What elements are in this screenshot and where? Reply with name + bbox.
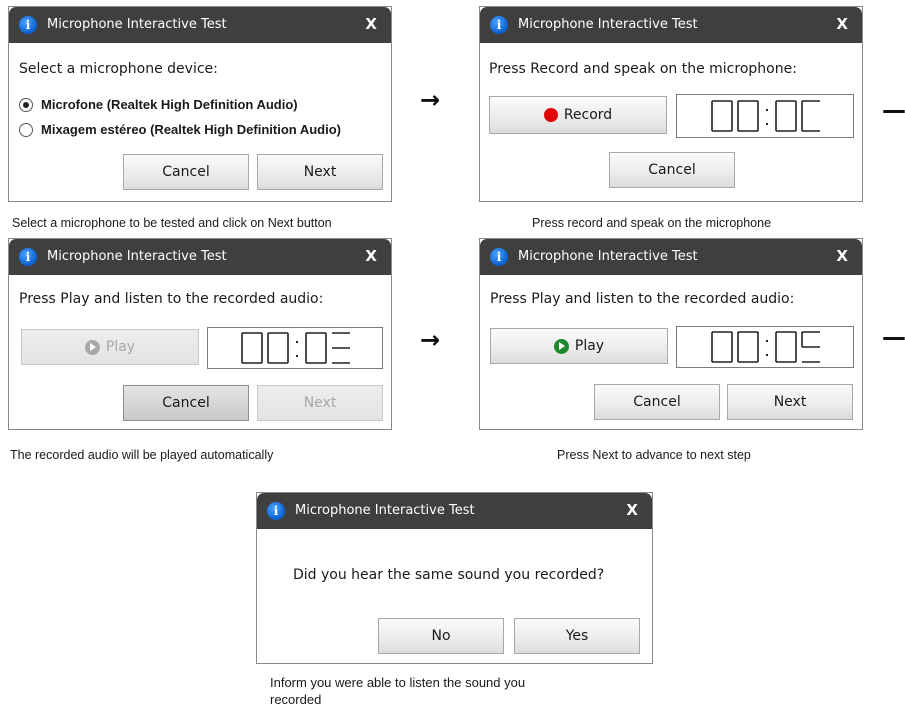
dialog-confirm: i Microphone Interactive Test X Did you … bbox=[256, 492, 653, 664]
next-button[interactable]: Next bbox=[727, 384, 853, 420]
device-option-label: Microfone (Realtek High Definition Audio… bbox=[41, 97, 298, 112]
info-icon: i bbox=[490, 16, 508, 34]
timer-digit bbox=[711, 331, 733, 363]
play-button[interactable]: Play bbox=[490, 328, 668, 364]
dialog-titlebar: i Microphone Interactive Test X bbox=[9, 239, 391, 275]
dialog-play: i Microphone Interactive Test X Press Pl… bbox=[479, 238, 863, 430]
dialog-prompt: Select a microphone device: bbox=[19, 61, 218, 77]
timer-digit bbox=[737, 100, 759, 132]
timer-digit bbox=[775, 331, 797, 363]
timer-digits bbox=[711, 100, 820, 132]
cancel-button[interactable]: Cancel bbox=[609, 152, 735, 188]
timer-display bbox=[676, 94, 854, 138]
step-caption-line: recorded bbox=[270, 692, 322, 707]
cancel-button[interactable]: Cancel bbox=[123, 385, 249, 421]
device-option-label: Mixagem estéreo (Realtek High Definition… bbox=[41, 122, 342, 137]
radio-button[interactable] bbox=[19, 122, 33, 137]
play-icon bbox=[553, 338, 569, 354]
close-icon[interactable]: X bbox=[836, 15, 848, 33]
timer-colon bbox=[766, 354, 768, 356]
dialog-titlebar: i Microphone Interactive Test X bbox=[480, 7, 862, 43]
no-button[interactable]: No bbox=[378, 618, 504, 654]
timer-display bbox=[207, 327, 383, 369]
cancel-button[interactable]: Cancel bbox=[594, 384, 720, 420]
device-option-microfone[interactable]: Microfone (Realtek High Definition Audio… bbox=[19, 97, 298, 112]
dialog-title: Microphone Interactive Test bbox=[295, 503, 475, 518]
dialog-prompt: Press Play and listen to the recorded au… bbox=[490, 291, 795, 307]
timer-digit bbox=[332, 332, 350, 364]
record-button[interactable]: Record bbox=[489, 96, 667, 134]
next-button[interactable]: Next bbox=[257, 154, 383, 190]
close-icon[interactable]: X bbox=[626, 501, 638, 519]
timer-digit bbox=[711, 100, 733, 132]
dialog-titlebar: i Microphone Interactive Test X bbox=[480, 239, 862, 275]
play-icon bbox=[84, 339, 100, 355]
next-button[interactable]: Next bbox=[257, 385, 383, 421]
close-icon[interactable]: X bbox=[365, 15, 377, 33]
timer-colon bbox=[766, 109, 768, 111]
play-button-label: Play bbox=[574, 338, 605, 354]
info-icon: i bbox=[490, 248, 508, 266]
flow-arrow-edge: — bbox=[882, 96, 905, 124]
timer-digit bbox=[801, 100, 820, 132]
close-icon[interactable]: X bbox=[365, 247, 377, 265]
dialog-play-disabled: i Microphone Interactive Test X Press Pl… bbox=[8, 238, 392, 430]
cancel-button[interactable]: Cancel bbox=[123, 154, 249, 190]
flow-arrow: → bbox=[420, 326, 441, 354]
step-caption: Press Next to advance to next step bbox=[557, 448, 751, 462]
timer-digits bbox=[241, 332, 350, 364]
step-caption: Press record and speak on the microphone bbox=[532, 216, 772, 230]
record-icon bbox=[543, 108, 558, 122]
dialog-title: Microphone Interactive Test bbox=[47, 249, 227, 264]
timer-digit bbox=[801, 331, 820, 363]
timer-colon bbox=[766, 340, 768, 342]
play-button[interactable]: Play bbox=[21, 329, 199, 365]
info-icon: i bbox=[19, 248, 37, 266]
dialog-select-device: i Microphone Interactive Test X Select a… bbox=[8, 6, 392, 202]
timer-display bbox=[676, 326, 854, 368]
flow-arrow: → bbox=[420, 86, 441, 114]
dialog-prompt: Press Record and speak on the microphone… bbox=[489, 61, 797, 77]
record-button-label: Record bbox=[563, 107, 613, 123]
timer-digits bbox=[711, 331, 820, 363]
radio-button-checked[interactable] bbox=[19, 97, 33, 112]
timer-digit bbox=[241, 332, 263, 364]
flow-arrow-edge: — bbox=[882, 323, 905, 351]
play-button-label: Play bbox=[105, 339, 136, 355]
dialog-record: i Microphone Interactive Test X Press Re… bbox=[479, 6, 863, 202]
timer-colon bbox=[296, 341, 298, 343]
dialog-titlebar: i Microphone Interactive Test X bbox=[257, 493, 652, 529]
device-option-mixagem[interactable]: Mixagem estéreo (Realtek High Definition… bbox=[19, 122, 341, 137]
timer-colon bbox=[296, 355, 298, 357]
dialog-title: Microphone Interactive Test bbox=[518, 249, 698, 264]
step-caption: The recorded audio will be played automa… bbox=[10, 448, 274, 462]
info-icon: i bbox=[19, 16, 37, 34]
dialog-title: Microphone Interactive Test bbox=[518, 17, 698, 32]
dialog-title: Microphone Interactive Test bbox=[47, 17, 227, 32]
yes-button[interactable]: Yes bbox=[514, 618, 640, 654]
timer-digit bbox=[737, 331, 759, 363]
info-icon: i bbox=[267, 502, 285, 520]
step-caption: Select a microphone to be tested and cli… bbox=[12, 216, 332, 230]
step-caption-line: Inform you were able to listen the sound… bbox=[270, 675, 526, 690]
dialog-prompt: Press Play and listen to the recorded au… bbox=[19, 291, 324, 307]
timer-digit bbox=[775, 100, 797, 132]
timer-colon bbox=[766, 123, 768, 125]
timer-digit bbox=[267, 332, 289, 364]
confirm-question: Did you hear the same sound you recorded… bbox=[293, 567, 605, 583]
timer-digit bbox=[305, 332, 327, 364]
step-caption: Inform you were able to listen the sound… bbox=[270, 674, 525, 708]
dialog-titlebar: i Microphone Interactive Test X bbox=[9, 7, 391, 43]
close-icon[interactable]: X bbox=[836, 247, 848, 265]
